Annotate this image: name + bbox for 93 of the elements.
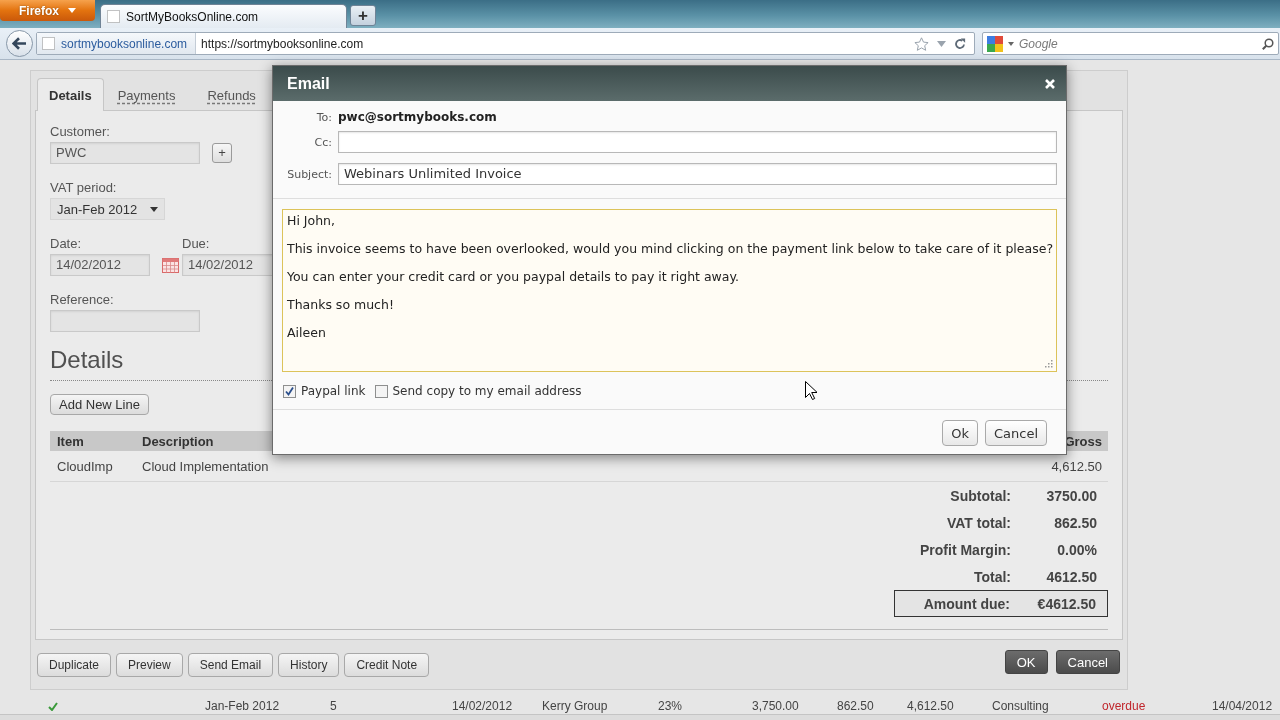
action-button[interactable]: Duplicate — [37, 653, 112, 677]
action-button[interactable]: Preview — [116, 653, 183, 677]
tab[interactable]: Details — [37, 78, 104, 111]
due-label: Due: — [182, 236, 210, 251]
reference-label: Reference: — [50, 292, 114, 307]
list-cell: 3,750.00 — [752, 699, 799, 713]
list-cell: 862.50 — [837, 699, 874, 713]
total-value: 862.50 — [1053, 514, 1098, 531]
vat-period-select[interactable]: Jan-Feb 2012 — [50, 198, 165, 220]
customer-label: Customer: — [50, 124, 110, 139]
tab[interactable]: Refunds — [195, 78, 268, 111]
total-value: 0.00% — [1056, 541, 1098, 558]
new-tab-button[interactable]: + — [350, 5, 376, 26]
message-paragraph: Aileen — [287, 325, 326, 341]
to-label: To: — [316, 110, 332, 124]
action-button[interactable]: Send Email — [187, 653, 274, 677]
total-value: 3750.00 — [1045, 487, 1098, 504]
table-cell: Cloud Implementation — [142, 458, 269, 474]
star-icon[interactable] — [914, 36, 929, 51]
table-cell: 4,612.50 — [1051, 458, 1102, 474]
dialog-button[interactable]: Ok — [942, 420, 978, 446]
resize-grip-icon[interactable] — [1044, 359, 1053, 368]
calendar-icon[interactable] — [162, 257, 179, 273]
horizontal-scrollbar[interactable] — [0, 714, 1280, 720]
dialog-button[interactable]: Cancel — [984, 420, 1047, 446]
add-customer-button[interactable]: + — [212, 143, 232, 163]
action-button[interactable]: Credit Note — [344, 653, 430, 677]
date-field[interactable]: 14/02/2012 — [50, 254, 150, 276]
recipient-address: pwc@sortmybooks.com — [338, 110, 497, 124]
list-cell: Consulting — [992, 699, 1049, 713]
back-button[interactable] — [6, 30, 33, 57]
site-identity-button[interactable]: sortmybooksonline.com — [37, 33, 197, 54]
back-arrow-icon — [12, 37, 27, 50]
total-value: 4612.50 — [1045, 568, 1098, 585]
search-icon[interactable] — [1262, 37, 1274, 50]
message-paragraph: Hi John, — [287, 213, 335, 229]
total-label: Total: — [972, 568, 1011, 585]
action-button[interactable]: History — [278, 653, 340, 677]
vat-period-label: VAT period: — [50, 180, 117, 195]
browser-tab[interactable]: SortMyBooksOnline.com — [100, 4, 347, 28]
list-cell: Jan-Feb 2012 — [205, 699, 280, 713]
column-header: Item — [57, 433, 84, 449]
caret-icon[interactable] — [1008, 41, 1014, 46]
message-paragraph: You can enter your credit card or you paypal details to pay it right away. — [287, 269, 740, 285]
dialog-title: Email — [287, 74, 330, 93]
subject-label: Subject: — [287, 167, 332, 181]
total-label: Subtotal: — [949, 487, 1011, 504]
page-icon — [42, 37, 55, 50]
subject-field[interactable]: Webinars Unlimited Invoice — [338, 163, 1057, 185]
list-cell: 23% — [658, 699, 683, 713]
cc-field[interactable] — [338, 131, 1057, 153]
pointer-cursor-icon — [805, 381, 817, 400]
close-icon[interactable] — [1045, 78, 1055, 89]
total-label: VAT total: — [945, 514, 1011, 531]
dropdown-caret-icon[interactable] — [937, 40, 946, 47]
customer-field[interactable]: PWC — [50, 142, 200, 164]
address-bar[interactable]: sortmybooksonline.com https://sortmybooksonline.com — [36, 32, 975, 55]
message-paragraph: Thanks so much! — [287, 297, 394, 313]
url-text: https://sortmybooksonline.com — [201, 36, 365, 51]
total-label: Amount due: — [922, 595, 1010, 612]
list-cell: Kerry Group — [542, 699, 608, 713]
date-label: Date: — [50, 236, 82, 251]
list-cell: 4,612.50 — [907, 699, 954, 713]
checkbox-label: Paypal link — [301, 384, 366, 398]
site-domain: sortmybooksonline.com — [61, 36, 188, 51]
checkbox[interactable] — [374, 384, 388, 398]
caret-icon — [150, 206, 158, 212]
footer-button[interactable]: OK — [1004, 650, 1048, 674]
message-paragraph: This invoice seems to have been overlooked, would you mind clicking on the payment link below to take care of it please? — [287, 241, 1053, 257]
search-field[interactable]: Google — [982, 32, 1279, 55]
section-heading: Details — [50, 346, 124, 374]
reload-icon[interactable] — [954, 37, 966, 50]
list-cell: 5 — [330, 699, 337, 713]
caret-icon — [68, 8, 76, 13]
tab[interactable]: Payments — [105, 78, 188, 111]
tick-icon[interactable] — [48, 701, 58, 711]
add-new-line-button[interactable]: Add New Line — [50, 394, 149, 415]
total-value: €4612.50 — [1036, 595, 1097, 612]
reference-field[interactable] — [50, 310, 200, 332]
footer-button[interactable]: Cancel — [1055, 650, 1120, 674]
color-squares-icon[interactable] — [987, 35, 1003, 52]
cc-label: Cc: — [314, 135, 332, 149]
search-placeholder: Google — [1019, 36, 1059, 51]
total-label: Profit Margin: — [919, 541, 1011, 558]
checkbox-label: Send copy to my email address — [392, 384, 582, 398]
table-cell: CloudImp — [57, 458, 113, 474]
list-cell: 14/04/2012 — [1212, 699, 1273, 713]
list-cell: overdue — [1102, 699, 1146, 713]
page-icon — [107, 10, 120, 23]
column-header: Description — [142, 433, 214, 449]
list-cell: 14/02/2012 — [452, 699, 513, 713]
checkbox[interactable] — [283, 384, 296, 398]
message-field[interactable] — [282, 209, 1057, 372]
